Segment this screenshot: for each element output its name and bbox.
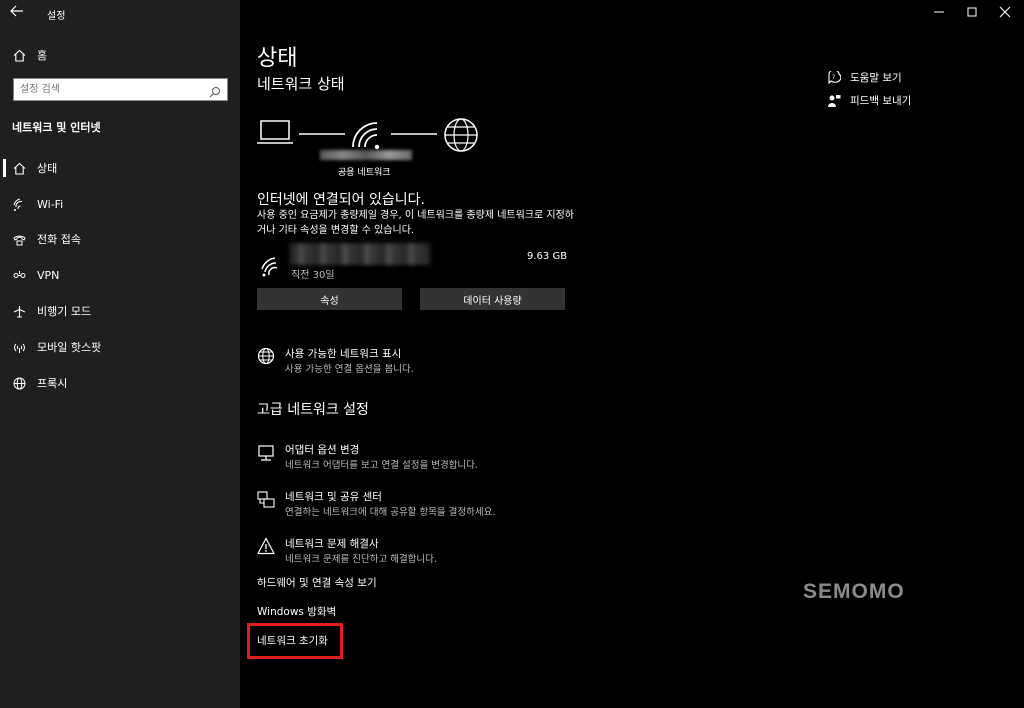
app-title: 설정 <box>47 11 66 22</box>
airplane-icon <box>12 304 26 318</box>
dialup-icon <box>12 232 26 246</box>
warning-icon <box>257 537 275 555</box>
wifi-usage-icon <box>261 257 283 277</box>
sidebar-item-airplane[interactable]: 비행기 모드 <box>0 295 240 327</box>
hardware-properties-link[interactable]: 하드웨어 및 연결 속성 보기 <box>257 575 377 590</box>
search-icon[interactable] <box>209 83 222 98</box>
laptop-icon <box>257 120 293 144</box>
sidebar-item-wifi[interactable]: Wi-Fi <box>0 188 240 220</box>
troubleshooter-title: 네트워크 문제 해결사 <box>285 538 379 550</box>
home-icon <box>12 48 26 62</box>
sidebar-home-label: 홈 <box>37 49 48 62</box>
usage-size: 9.63 GB <box>527 251 568 262</box>
wifi-icon <box>12 197 26 211</box>
globe-icon <box>12 376 26 390</box>
sharing-center-title: 네트워크 및 공유 센터 <box>285 491 382 503</box>
sidebar-item-vpn[interactable]: VPN <box>0 259 240 291</box>
network-diagram <box>257 117 482 153</box>
show-networks-title: 사용 가능한 네트워크 표시 <box>285 348 402 360</box>
network-status-heading: 네트워크 상태 <box>257 75 345 93</box>
help-link[interactable]: 도움말 보기 <box>850 70 902 85</box>
search-input[interactable] <box>20 82 200 97</box>
status-icon <box>12 161 26 175</box>
svg-text:?: ? <box>832 74 835 81</box>
search-box[interactable] <box>13 78 228 101</box>
sidebar-item-label: VPN <box>37 268 60 282</box>
sidebar-item-label: 전화 접속 <box>37 233 81 246</box>
sidebar-item-hotspot[interactable]: 모바일 핫스팟 <box>0 331 240 363</box>
connection-status-title: 인터넷에 연결되어 있습니다. <box>257 192 425 208</box>
sidebar-item-dialup[interactable]: 전화 접속 <box>0 223 240 255</box>
sidebar: 설정 홈 네트워크 및 인터넷 상태 Wi-Fi 전화 접속 <box>0 0 240 708</box>
advanced-settings-heading: 고급 네트워크 설정 <box>257 402 369 418</box>
internet-globe-icon <box>444 118 478 152</box>
watermark: SEMOMO <box>803 580 905 603</box>
connection-status-desc: 사용 중인 요금제가 종량제일 경우, 이 네트워크를 종량제 네트워크로 지정… <box>257 210 574 236</box>
windows-firewall-link[interactable]: Windows 방화벽 <box>257 604 336 619</box>
troubleshooter-desc: 네트워크 문제를 진단하고 해결합니다. <box>285 554 437 565</box>
feedback-link[interactable]: 피드백 보내기 <box>850 93 911 108</box>
selection-indicator <box>3 159 6 177</box>
sidebar-item-label: 비행기 모드 <box>37 305 92 318</box>
globe-network-icon <box>257 347 275 365</box>
page-title: 상태 <box>257 46 298 71</box>
help-icon: ? <box>827 69 842 85</box>
highlight-box <box>247 623 343 659</box>
close-icon[interactable] <box>995 4 1015 20</box>
wifi-large-icon <box>352 122 380 150</box>
sidebar-item-status[interactable]: 상태 <box>0 152 240 184</box>
sidebar-item-home[interactable]: 홈 <box>0 39 240 71</box>
sidebar-item-label: 상태 <box>37 162 58 175</box>
adapter-options-title: 어댑터 옵션 변경 <box>285 444 360 456</box>
network-name-redacted <box>320 150 412 160</box>
adapter-options-desc: 네트워크 어댑터를 보고 연결 설정을 변경합니다. <box>285 460 478 471</box>
sidebar-item-proxy[interactable]: 프록시 <box>0 367 240 399</box>
sidebar-item-label: 프록시 <box>37 377 68 390</box>
minimize-icon[interactable] <box>929 4 949 20</box>
adapter-icon <box>257 444 275 462</box>
sharing-center-icon <box>257 491 275 509</box>
usage-period: 직전 30일 <box>291 270 335 281</box>
show-networks-desc: 사용 가능한 연결 옵션을 봅니다. <box>285 364 414 375</box>
properties-button[interactable]: 속성 <box>257 288 402 310</box>
sidebar-item-label: Wi-Fi <box>37 197 64 211</box>
sidebar-item-label: 모바일 핫스팟 <box>37 341 102 354</box>
sharing-center-desc: 연결하는 네트워크에 대해 공유할 항목을 결정하세요. <box>285 507 496 518</box>
data-usage-button[interactable]: 데이터 사용량 <box>420 288 565 310</box>
maximize-icon[interactable] <box>962 4 982 20</box>
ssid-redacted <box>290 243 430 265</box>
network-kind-label: 공용 네트워크 <box>338 168 391 178</box>
hotspot-icon <box>12 340 26 354</box>
back-arrow-icon[interactable] <box>10 5 28 21</box>
sidebar-section-title: 네트워크 및 인터넷 <box>12 121 101 134</box>
vpn-icon <box>12 268 26 282</box>
feedback-icon <box>827 93 841 107</box>
